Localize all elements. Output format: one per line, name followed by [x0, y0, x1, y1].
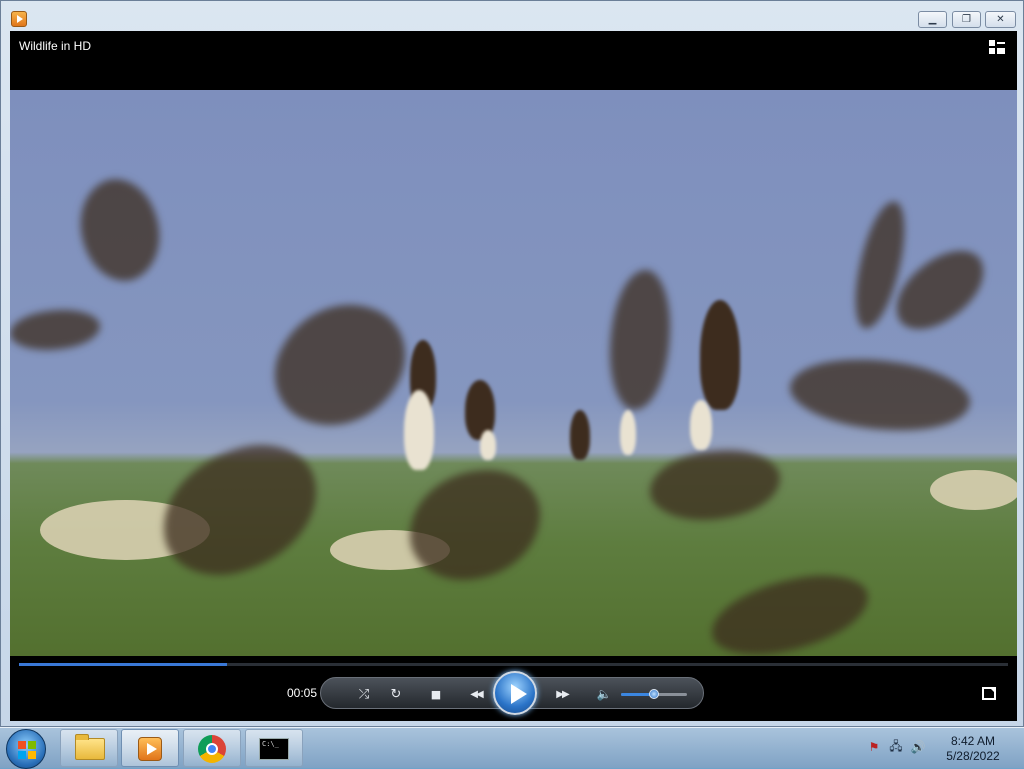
chrome-icon	[198, 735, 226, 763]
minimize-icon: ▁	[928, 14, 937, 25]
clock-time: 8:42 AM	[950, 734, 996, 748]
system-tray: ⚑ 🖧 🔊	[866, 739, 926, 759]
minimize-button[interactable]: ▁	[918, 11, 947, 28]
restore-icon: ❐	[962, 14, 971, 25]
previous-button[interactable]: ◀◀	[463, 685, 489, 703]
volume-icon: 🔈	[596, 687, 612, 701]
repeat-button[interactable]: ↻	[387, 685, 405, 703]
wmp-icon	[138, 737, 162, 761]
elapsed-time: 00:05	[286, 686, 318, 700]
shuffle-icon: ⤮	[358, 686, 370, 702]
volume-slider-thumb[interactable]	[649, 689, 659, 699]
windows-logo-icon	[18, 741, 36, 759]
close-button[interactable]: ✕	[985, 11, 1016, 28]
start-button[interactable]	[6, 729, 46, 769]
cmd-icon: C:\_	[259, 738, 289, 760]
stop-icon: ■	[430, 687, 442, 701]
repeat-icon: ↻	[390, 686, 402, 702]
folder-icon	[75, 734, 105, 760]
flag-icon[interactable]: ⚑	[866, 739, 882, 755]
maximize-button[interactable]: ❐	[952, 11, 981, 28]
speaker-icon[interactable]: 🔊	[910, 739, 926, 755]
taskbar-media-player[interactable]	[121, 729, 179, 767]
seek-bar-fill	[19, 663, 227, 666]
next-icon: ▶▶	[556, 688, 569, 700]
play-button[interactable]	[493, 671, 537, 715]
switch-to-library-icon[interactable]	[989, 40, 1005, 54]
title-bar[interactable]: ▁ ❐ ✕	[1, 1, 1023, 31]
shuffle-button[interactable]: ⤮	[355, 685, 373, 703]
next-button[interactable]: ▶▶	[549, 685, 575, 703]
playback-controls: ⤮ ↻ ■ ◀◀ ▶▶ 🔈	[320, 671, 704, 715]
media-player-window: ▁ ❐ ✕ Wildlife in HD 00:05 ⤮ ↻ ■ ◀◀ ▶▶ 🔈	[0, 0, 1024, 727]
stop-button[interactable]: ■	[427, 685, 445, 703]
taskbar-explorer[interactable]	[60, 729, 118, 767]
video-title: Wildlife in HD	[19, 39, 92, 53]
taskbar-chrome[interactable]	[183, 729, 241, 767]
clock[interactable]: 8:42 AM 5/28/2022	[938, 734, 1008, 764]
seek-bar[interactable]	[19, 663, 1008, 666]
player-area: Wildlife in HD 00:05 ⤮ ↻ ■ ◀◀ ▶▶ 🔈	[10, 31, 1017, 721]
network-icon[interactable]: 🖧	[888, 739, 904, 755]
taskbar-command-prompt[interactable]: C:\_	[245, 729, 303, 767]
clock-date: 5/28/2022	[946, 749, 1000, 763]
previous-icon: ◀◀	[470, 688, 483, 700]
media-player-app-icon[interactable]	[11, 11, 27, 27]
taskbar: C:\_ ⚑ 🖧 🔊 8:42 AM 5/28/2022	[0, 727, 1024, 769]
mute-button[interactable]: 🔈	[595, 685, 613, 703]
close-icon: ✕	[996, 14, 1005, 25]
volume-slider[interactable]	[621, 689, 687, 699]
video-frame[interactable]	[10, 90, 1017, 656]
fullscreen-icon[interactable]	[982, 687, 996, 700]
